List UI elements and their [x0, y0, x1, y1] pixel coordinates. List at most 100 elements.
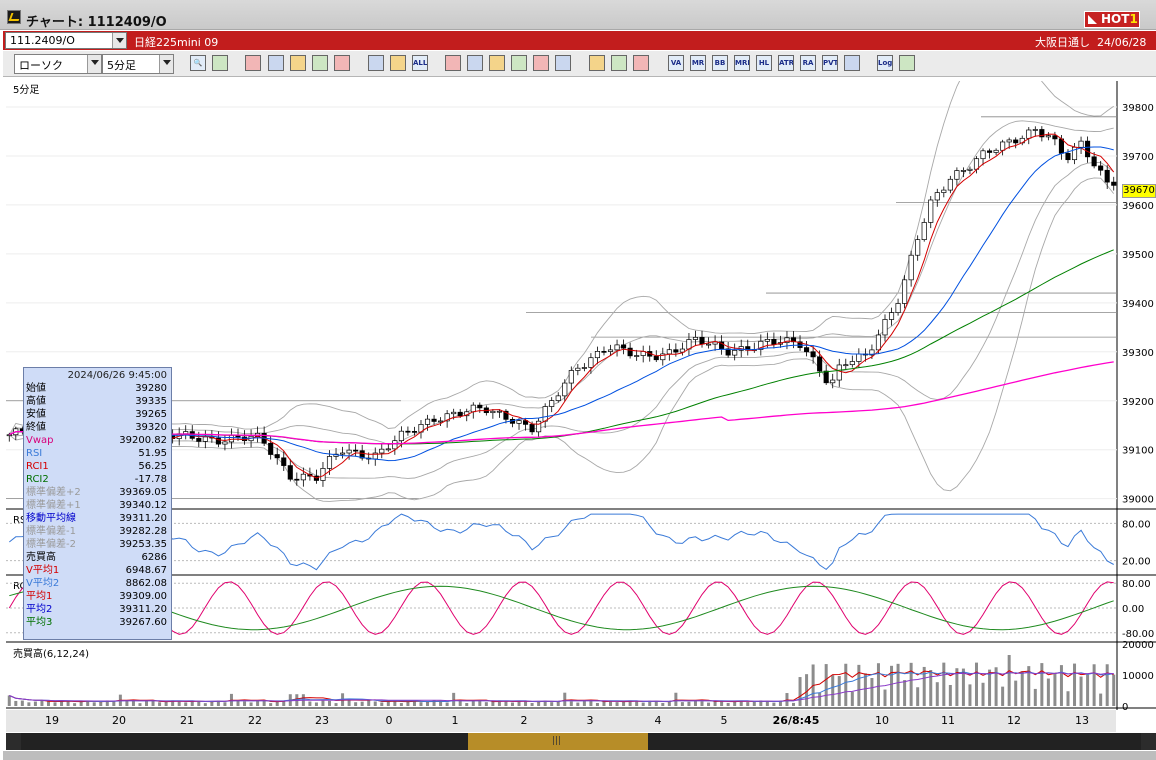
volume-bar	[452, 692, 456, 706]
candle-body	[614, 344, 620, 351]
candle-body	[536, 420, 542, 433]
time-axis-label: 23	[315, 714, 329, 727]
volume-bar	[334, 703, 338, 706]
chart-scrollbar[interactable]: |||	[6, 733, 1156, 750]
bb-icon[interactable]: BB	[712, 55, 728, 71]
time-axis-label: 12	[1007, 714, 1021, 727]
chevron-down-icon[interactable]	[87, 55, 101, 73]
volume-bar	[125, 700, 129, 706]
layout-icon[interactable]	[212, 55, 228, 71]
candle-body	[908, 254, 914, 281]
grid-icon[interactable]	[589, 55, 605, 71]
redo-icon[interactable]	[511, 55, 527, 71]
interval-value: 5分足	[107, 59, 136, 72]
candle-body	[1111, 181, 1117, 186]
box-icon[interactable]	[844, 55, 860, 71]
volume-bar	[661, 702, 665, 706]
trash-icon[interactable]	[555, 55, 571, 71]
candle-body	[875, 334, 882, 351]
ra-icon[interactable]: RA	[800, 55, 816, 71]
zoom-icon[interactable]: 🔍	[190, 55, 206, 71]
candle-body	[993, 149, 999, 153]
time-axis-label: 11	[941, 714, 955, 727]
data-window: 2024/06/26 9:45:00 始値 39280 高値 39335 安値 39265…	[23, 367, 172, 640]
color-icon[interactable]	[633, 55, 649, 71]
candle-body	[967, 168, 973, 171]
candle-body	[392, 440, 398, 450]
all-icon[interactable]: ALL	[412, 55, 428, 71]
chevron-down-icon[interactable]	[159, 55, 173, 73]
arrow-icon[interactable]	[489, 55, 505, 71]
pen-icon[interactable]	[445, 55, 461, 71]
exit-icon[interactable]	[899, 55, 915, 71]
pvt-icon[interactable]: PVT	[822, 55, 838, 71]
candle-body	[895, 303, 901, 313]
volume-bar	[177, 701, 181, 706]
candle-body	[692, 336, 699, 340]
volume-bar	[922, 666, 926, 706]
candle-body	[575, 367, 581, 371]
volume-bar	[707, 702, 711, 706]
candle-body	[607, 349, 614, 352]
data-window-row: 平均2 39311.20	[26, 603, 167, 616]
mre-icon[interactable]: MRE	[734, 55, 750, 71]
chart-type-select[interactable]: ローソク	[14, 54, 102, 74]
data-window-row: 移動平均線 39311.20	[26, 512, 167, 525]
search-icon[interactable]	[268, 55, 284, 71]
candle-body	[529, 424, 535, 433]
candle-body	[699, 336, 705, 345]
chevron-down-icon[interactable]	[112, 33, 126, 48]
doc-icon[interactable]	[533, 55, 549, 71]
candle-body	[287, 465, 293, 480]
volume-bar	[380, 702, 384, 706]
va-icon[interactable]: VA	[668, 55, 684, 71]
scroll-left-button[interactable]	[6, 733, 21, 750]
candle-body	[222, 441, 228, 445]
data-window-value: 6948.67	[125, 565, 167, 576]
cursor-icon[interactable]	[467, 55, 483, 71]
atr-icon[interactable]: ATR	[778, 55, 794, 71]
volume-bar	[870, 677, 874, 706]
volume-bar	[439, 701, 443, 706]
time-axis-label: 4	[654, 714, 662, 727]
candle-body	[1091, 156, 1097, 167]
candle-body	[581, 367, 587, 369]
mr-icon[interactable]: MR	[690, 55, 706, 71]
time-axis-label: 2	[520, 714, 528, 727]
symbol-code-combo[interactable]: 111.2409/O	[5, 32, 127, 49]
volume-bar	[903, 680, 907, 706]
paint-icon[interactable]	[611, 55, 627, 71]
volume-bar	[615, 702, 619, 706]
volume-bar	[1001, 686, 1005, 706]
volume-bar	[73, 703, 77, 706]
chart-area[interactable]: 39800 39700 39600 39500 39400 39300 39200 39100…	[6, 81, 1156, 742]
hot-button[interactable]: HOT1	[1084, 11, 1140, 28]
candle-body	[882, 319, 888, 336]
scroll-right-button[interactable]	[1141, 733, 1156, 750]
volume-bar	[961, 668, 965, 706]
candle-body	[1052, 135, 1058, 140]
interval-select[interactable]: 5分足	[102, 54, 174, 74]
candle-body	[196, 438, 202, 442]
hl-icon[interactable]: HL	[756, 55, 772, 71]
candle2-icon[interactable]	[390, 55, 406, 71]
scrollbar-grip-icon[interactable]: |||	[552, 736, 561, 746]
candle-body	[385, 448, 391, 451]
chart-canvas[interactable]: 39800 39700 39600 39500 39400 39300 39200 39100…	[6, 81, 1156, 710]
trend1-icon[interactable]	[245, 55, 261, 71]
volume-bar	[883, 689, 887, 706]
candle-body	[457, 411, 463, 417]
lock-icon[interactable]	[334, 55, 350, 71]
log-icon[interactable]: Log	[877, 55, 893, 71]
volume-bar	[765, 701, 769, 706]
compare-icon[interactable]	[290, 55, 306, 71]
candle1-icon[interactable]	[368, 55, 384, 71]
volume-bar	[314, 702, 318, 706]
rci-axis-label: 0.00	[1122, 604, 1144, 615]
volume-bar	[203, 703, 207, 706]
volume-bar	[1086, 674, 1090, 706]
reverse-icon[interactable]	[312, 55, 328, 71]
candle-body	[268, 442, 274, 455]
candle-body	[562, 382, 568, 397]
price-axis-label: 39600	[1122, 201, 1154, 212]
